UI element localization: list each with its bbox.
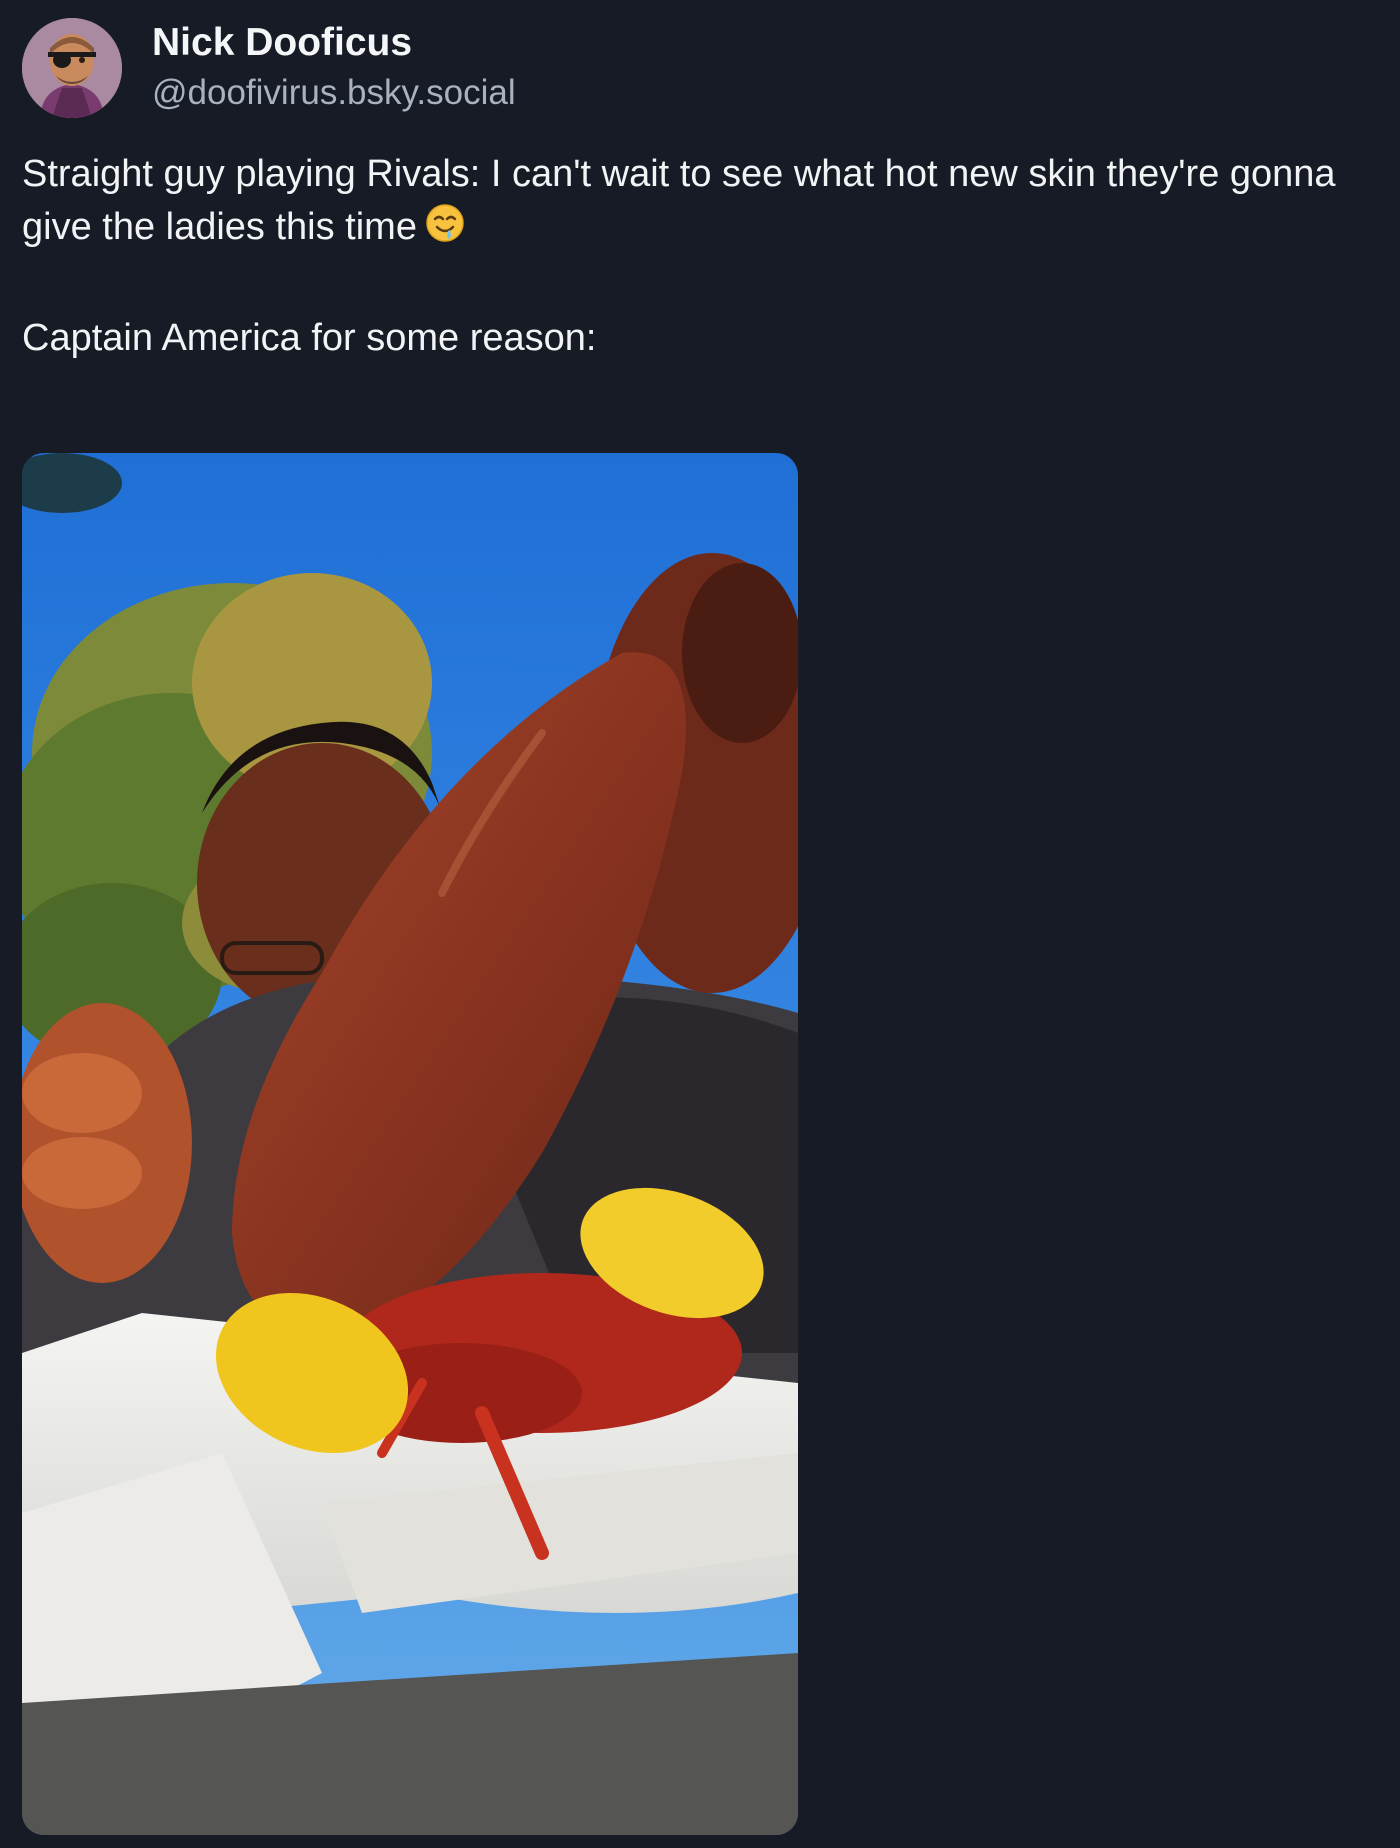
drooling-face-emoji-icon: [425, 203, 465, 258]
post-text-paragraph-1: Straight guy playing Rivals: I can't wai…: [22, 148, 1392, 258]
photo-image: [22, 453, 798, 1835]
post-header: Nick Dooficus @doofivirus.bsky.social: [22, 18, 516, 118]
post-text-paragraph-2: Captain America for some reason:: [22, 317, 597, 359]
avatar[interactable]: [22, 18, 122, 118]
post-image[interactable]: [22, 453, 798, 1835]
author-info: Nick Dooficus @doofivirus.bsky.social: [152, 20, 516, 116]
post-text: Straight guy playing Rivals: I can't wai…: [22, 148, 1392, 365]
author-display-name[interactable]: Nick Dooficus: [152, 20, 516, 66]
avatar-icon: [22, 18, 122, 118]
post: Nick Dooficus @doofivirus.bsky.social St…: [0, 0, 1400, 1848]
author-handle[interactable]: @doofivirus.bsky.social: [152, 70, 516, 116]
post-text-line-1: Straight guy playing Rivals: I can't wai…: [22, 153, 1336, 248]
